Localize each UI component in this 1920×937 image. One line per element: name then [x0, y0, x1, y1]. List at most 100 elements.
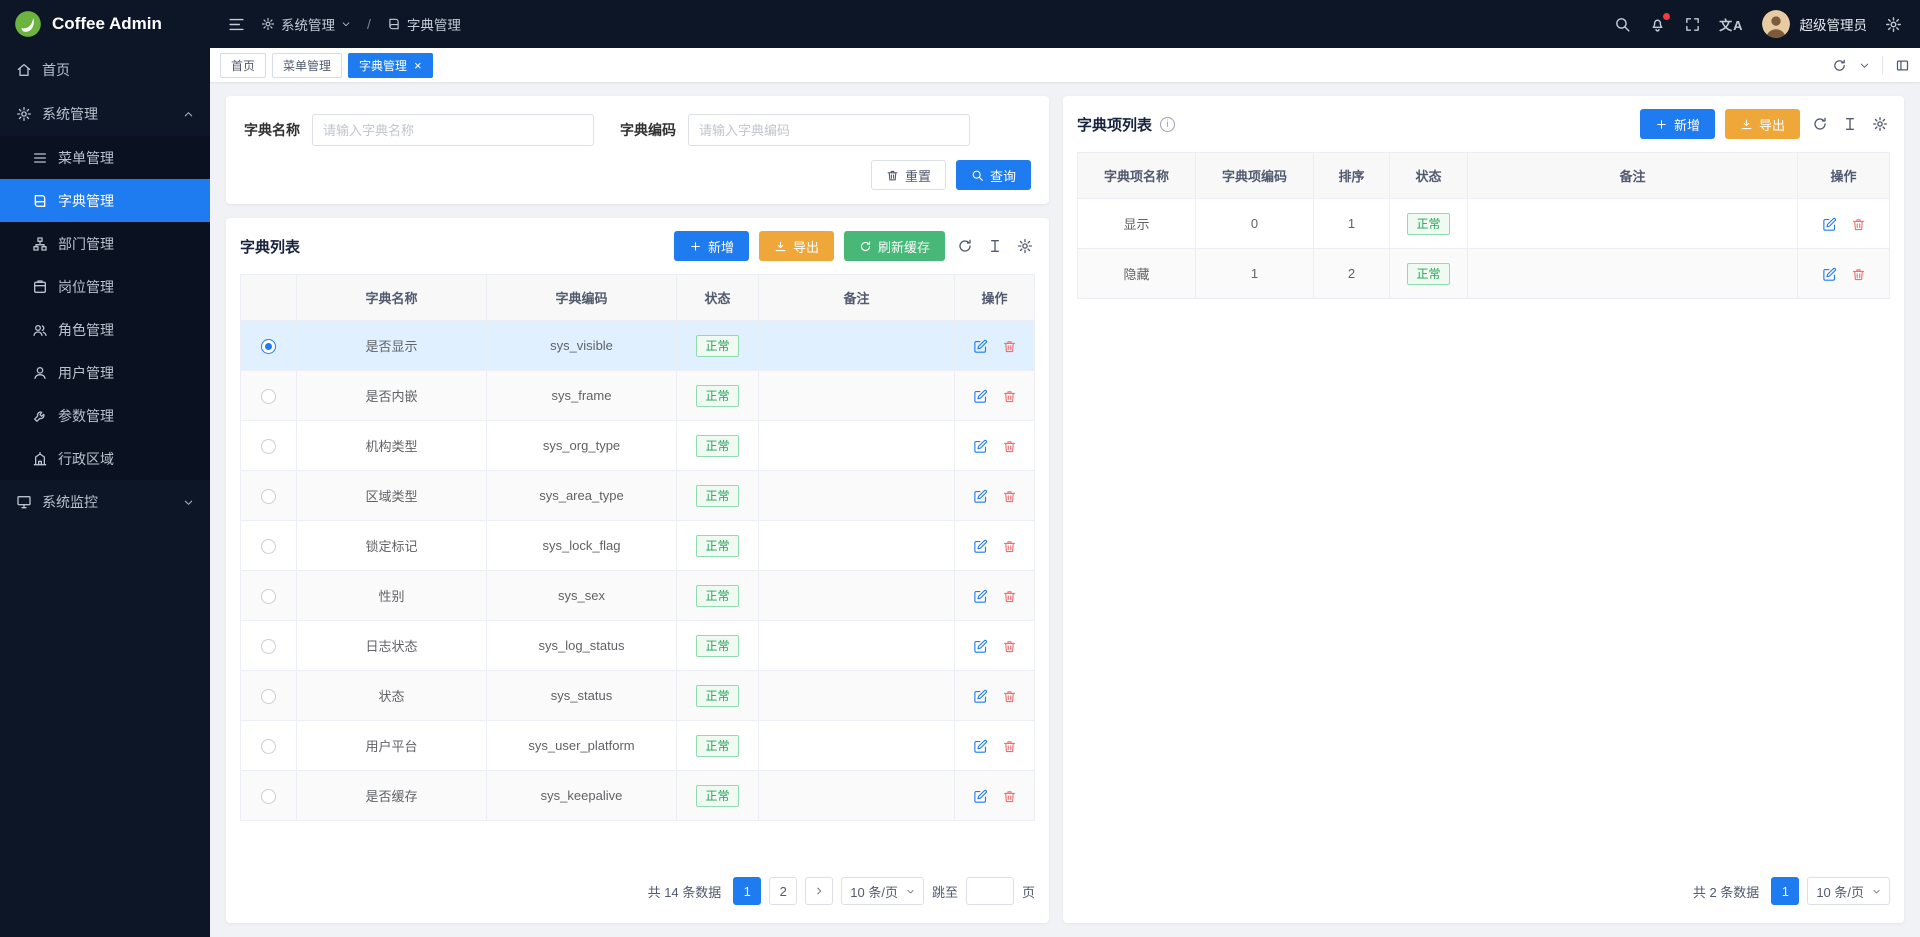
table-row[interactable]: 是否显示 sys_visible 正常: [241, 321, 1035, 371]
collapse-sidebar-button[interactable]: [228, 16, 245, 33]
add-dict-button[interactable]: 新增: [674, 231, 749, 261]
tab-menu-mgmt[interactable]: 菜单管理: [272, 53, 342, 78]
sidebar-item-home[interactable]: 首页: [0, 48, 210, 92]
row-density-icon[interactable]: [1840, 114, 1860, 134]
export-dict-button[interactable]: 导出: [759, 231, 834, 261]
jump-page-input[interactable]: [966, 877, 1014, 905]
layout-toggle-icon[interactable]: [1895, 58, 1910, 73]
row-radio[interactable]: [261, 739, 276, 754]
refresh-cache-button[interactable]: 刷新缓存: [844, 231, 945, 261]
sidebar-item-region[interactable]: 行政区域: [0, 437, 210, 480]
edit-icon[interactable]: [973, 739, 988, 754]
translate-icon[interactable]: 文A: [1719, 15, 1743, 34]
row-radio[interactable]: [261, 539, 276, 554]
row-density-icon[interactable]: [985, 236, 1005, 256]
edit-icon[interactable]: [973, 689, 988, 704]
delete-icon[interactable]: [1851, 267, 1866, 282]
row-radio[interactable]: [261, 489, 276, 504]
column-settings-icon[interactable]: [1015, 236, 1035, 256]
notifications-bell-icon[interactable]: [1649, 16, 1666, 33]
fullscreen-icon[interactable]: [1684, 16, 1701, 33]
edit-icon[interactable]: [973, 589, 988, 604]
info-icon[interactable]: i: [1160, 117, 1175, 132]
sidebar-item-user-mgmt[interactable]: 用户管理: [0, 351, 210, 394]
tab-dict-mgmt[interactable]: 字典管理×: [348, 53, 433, 78]
delete-icon[interactable]: [1002, 589, 1017, 604]
table-row[interactable]: 区域类型 sys_area_type 正常: [241, 471, 1035, 521]
table-row[interactable]: 隐藏 1 2 正常: [1078, 249, 1890, 299]
add-dict-item-button[interactable]: 新增: [1640, 109, 1715, 139]
delete-icon[interactable]: [1002, 789, 1017, 804]
breadcrumb-level1[interactable]: 系统管理: [261, 14, 351, 34]
edit-icon[interactable]: [973, 539, 988, 554]
refresh-tab-icon[interactable]: [1832, 58, 1847, 73]
delete-icon[interactable]: [1851, 217, 1866, 232]
column-settings-icon[interactable]: [1870, 114, 1890, 134]
row-radio[interactable]: [261, 789, 276, 804]
delete-icon[interactable]: [1002, 639, 1017, 654]
edit-icon[interactable]: [973, 389, 988, 404]
query-button[interactable]: 查询: [956, 160, 1031, 190]
row-radio[interactable]: [261, 339, 276, 354]
edit-icon[interactable]: [1822, 267, 1837, 282]
sidebar-item-post-mgmt[interactable]: 岗位管理: [0, 265, 210, 308]
table-row[interactable]: 是否缓存 sys_keepalive 正常: [241, 771, 1035, 821]
breadcrumb-separator: /: [367, 16, 371, 32]
table-row[interactable]: 日志状态 sys_log_status 正常: [241, 621, 1035, 671]
page-size-select[interactable]: 10 条/页: [841, 877, 924, 905]
delete-icon[interactable]: [1002, 489, 1017, 504]
tab-home[interactable]: 首页: [220, 53, 266, 78]
avatar[interactable]: [1762, 10, 1790, 38]
table-row[interactable]: 显示 0 1 正常: [1078, 199, 1890, 249]
sidebar-item-monitor[interactable]: 系统监控: [0, 480, 210, 524]
table-row[interactable]: 是否内嵌 sys_frame 正常: [241, 371, 1035, 421]
reload-table-icon[interactable]: [1810, 114, 1830, 134]
edit-icon[interactable]: [973, 439, 988, 454]
delete-icon[interactable]: [1002, 539, 1017, 554]
row-radio[interactable]: [261, 589, 276, 604]
dict-code-input[interactable]: [688, 114, 970, 146]
sidebar-item-param-mgmt[interactable]: 参数管理: [0, 394, 210, 437]
tab-menu-dropdown-icon[interactable]: [1859, 60, 1870, 71]
export-dict-item-button[interactable]: 导出: [1725, 109, 1800, 139]
delete-icon[interactable]: [1002, 689, 1017, 704]
sidebar-item-system[interactable]: 系统管理: [0, 92, 210, 136]
close-icon[interactable]: ×: [414, 59, 422, 72]
delete-icon[interactable]: [1002, 439, 1017, 454]
page-size-value: 10 条/页: [850, 882, 898, 901]
username[interactable]: 超级管理员: [1800, 14, 1868, 34]
table-row[interactable]: 用户平台 sys_user_platform 正常: [241, 721, 1035, 771]
edit-icon[interactable]: [973, 789, 988, 804]
breadcrumb-level2[interactable]: 字典管理: [387, 14, 461, 34]
page-size-select[interactable]: 10 条/页: [1807, 877, 1890, 905]
sidebar-item-dict-mgmt[interactable]: 字典管理: [0, 179, 210, 222]
reload-table-icon[interactable]: [955, 236, 975, 256]
table-row[interactable]: 机构类型 sys_org_type 正常: [241, 421, 1035, 471]
page-1-button[interactable]: 1: [733, 877, 761, 905]
delete-icon[interactable]: [1002, 739, 1017, 754]
row-radio[interactable]: [261, 639, 276, 654]
row-radio[interactable]: [261, 689, 276, 704]
search-icon[interactable]: [1614, 16, 1631, 33]
table-row[interactable]: 状态 sys_status 正常: [241, 671, 1035, 721]
table-row[interactable]: 性别 sys_sex 正常: [241, 571, 1035, 621]
page-2-button[interactable]: 2: [769, 877, 797, 905]
app-title: Coffee Admin: [52, 14, 162, 34]
edit-icon[interactable]: [973, 639, 988, 654]
table-row[interactable]: 锁定标记 sys_lock_flag 正常: [241, 521, 1035, 571]
delete-icon[interactable]: [1002, 339, 1017, 354]
edit-icon[interactable]: [973, 489, 988, 504]
edit-icon[interactable]: [973, 339, 988, 354]
delete-icon[interactable]: [1002, 389, 1017, 404]
sidebar-item-role-mgmt[interactable]: 角色管理: [0, 308, 210, 351]
reset-button[interactable]: 重置: [871, 160, 946, 190]
sidebar-item-menu-mgmt[interactable]: 菜单管理: [0, 136, 210, 179]
settings-gear-icon[interactable]: [1885, 16, 1902, 33]
edit-icon[interactable]: [1822, 217, 1837, 232]
row-radio[interactable]: [261, 439, 276, 454]
row-radio[interactable]: [261, 389, 276, 404]
page-1-button[interactable]: 1: [1771, 877, 1799, 905]
next-page-button[interactable]: [805, 877, 833, 905]
sidebar-item-dept-mgmt[interactable]: 部门管理: [0, 222, 210, 265]
dict-name-input[interactable]: [312, 114, 594, 146]
